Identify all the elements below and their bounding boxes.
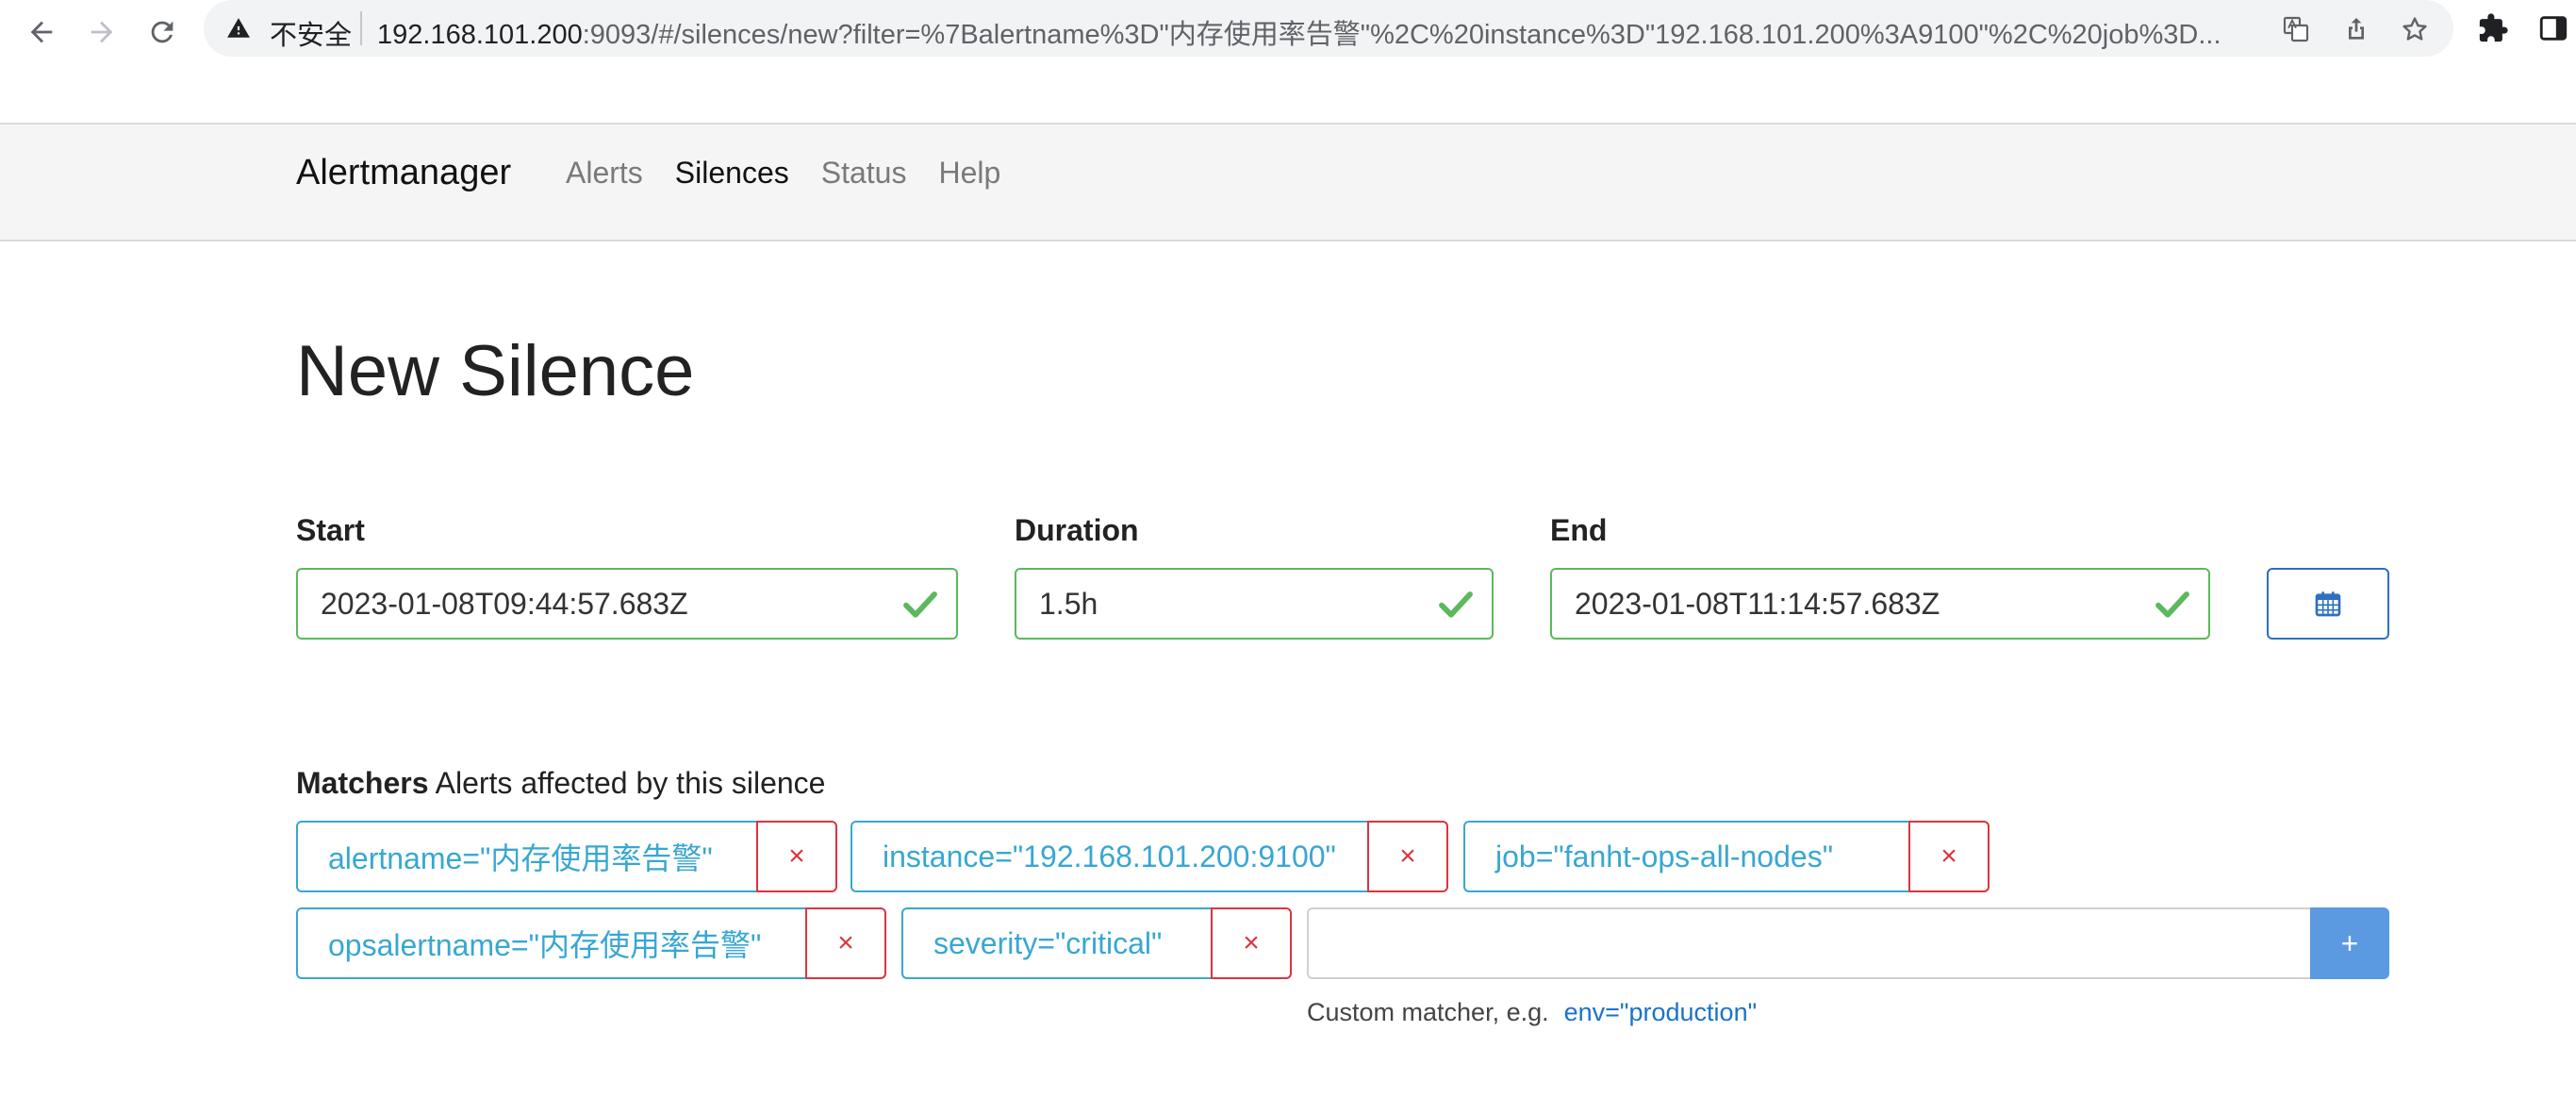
bookmark-button[interactable]: [2397, 11, 2433, 47]
translate-icon: [2283, 16, 2309, 42]
duration-value: 1.5h: [1039, 586, 1098, 621]
end-field[interactable]: 2023-01-08T11:14:57.683Z: [1550, 568, 2210, 640]
puzzle-icon: [2479, 13, 2508, 42]
translate-button[interactable]: [2278, 11, 2314, 47]
start-label: Start: [296, 513, 365, 547]
check-icon: [2155, 591, 2189, 618]
address-bar[interactable]: 不安全 192.168.101.200:9093/#/silences/new?…: [204, 0, 2453, 57]
check-icon: [1439, 591, 1473, 618]
duration-label: Duration: [1015, 513, 1139, 547]
matcher-label[interactable]: instance="192.168.101.200:9100": [850, 821, 1367, 892]
reload-icon: [151, 21, 173, 43]
nav-links: Alerts Silences Status Help: [566, 156, 1032, 191]
app-navbar: Alertmanager Alerts Silences Status Help: [0, 125, 2576, 241]
datepicker-button[interactable]: [2267, 568, 2389, 640]
matcher-label[interactable]: job="fanht-ops-all-nodes": [1463, 821, 1908, 892]
forward-button[interactable]: [77, 8, 126, 57]
matcher-label[interactable]: opsalertname="内存使用率告警": [296, 907, 805, 979]
matcher-chip: alertname="内存使用率告警" ×: [296, 821, 837, 892]
url-host: 192.168.101.200: [377, 20, 583, 50]
remove-matcher-button[interactable]: ×: [756, 821, 837, 892]
matchers-heading: Matchers Alerts affected by this silence: [296, 766, 825, 801]
remove-matcher-button[interactable]: ×: [1211, 907, 1292, 979]
nav-silences[interactable]: Silences: [675, 156, 789, 191]
matcher-label[interactable]: severity="critical": [901, 907, 1211, 979]
brand-logo[interactable]: Alertmanager: [296, 153, 511, 193]
share-icon: [2349, 18, 2364, 40]
custom-matcher-hint: Custom matcher, e.g. env="production": [1307, 998, 1757, 1027]
matchers-title: Matchers: [296, 766, 429, 800]
remove-matcher-button[interactable]: ×: [1908, 821, 1990, 892]
start-field[interactable]: 2023-01-08T09:44:57.683Z: [296, 568, 958, 640]
nav-status[interactable]: Status: [821, 156, 907, 191]
side-panel-icon: [2539, 16, 2568, 41]
calendar-icon: [2315, 591, 2341, 617]
star-icon: [2403, 17, 2427, 41]
page-title: New Silence: [296, 331, 695, 411]
remove-matcher-button[interactable]: ×: [805, 907, 886, 979]
warning-icon: [227, 18, 250, 38]
insecure-label[interactable]: 不安全: [270, 13, 352, 53]
browser-toolbar: 不安全 192.168.101.200:9093/#/silences/new?…: [0, 0, 2576, 125]
matcher-chip: opsalertname="内存使用率告警" ×: [296, 907, 886, 979]
matcher-label[interactable]: alertname="内存使用率告警": [296, 821, 756, 892]
nav-alerts[interactable]: Alerts: [566, 156, 643, 191]
duration-field[interactable]: 1.5h: [1015, 568, 1494, 640]
hint-example: env="production": [1563, 998, 1758, 1026]
end-label: End: [1550, 513, 1608, 547]
start-value: 2023-01-08T09:44:57.683Z: [321, 586, 688, 621]
share-button[interactable]: [2338, 11, 2374, 47]
hint-text: Custom matcher, e.g.: [1307, 998, 1549, 1026]
back-button[interactable]: [17, 8, 66, 57]
matcher-chip: job="fanht-ops-all-nodes" ×: [1463, 821, 1990, 892]
reload-button[interactable]: [138, 8, 187, 57]
arrow-right-icon: [91, 21, 113, 43]
url-text[interactable]: 192.168.101.200:9093/#/silences/new?filt…: [377, 12, 2282, 52]
matchers-subtitle: Alerts affected by this silence: [435, 766, 826, 800]
end-value: 2023-01-08T11:14:57.683Z: [1575, 586, 1940, 621]
url-path: :9093/#/silences/new?filter=%7Balertname…: [582, 20, 2221, 50]
add-matcher-button[interactable]: +: [2310, 907, 2389, 979]
side-panel-button[interactable]: [2535, 9, 2572, 47]
matcher-chip: instance="192.168.101.200:9100" ×: [850, 821, 1448, 892]
matcher-chip: severity="critical" ×: [901, 907, 1292, 979]
extensions-button[interactable]: [2474, 9, 2512, 47]
remove-matcher-button[interactable]: ×: [1367, 821, 1448, 892]
nav-help[interactable]: Help: [938, 156, 1000, 191]
arrow-left-icon: [30, 21, 53, 43]
check-icon: [903, 591, 937, 618]
divider: [360, 11, 362, 45]
custom-matcher-input[interactable]: [1307, 907, 2310, 979]
